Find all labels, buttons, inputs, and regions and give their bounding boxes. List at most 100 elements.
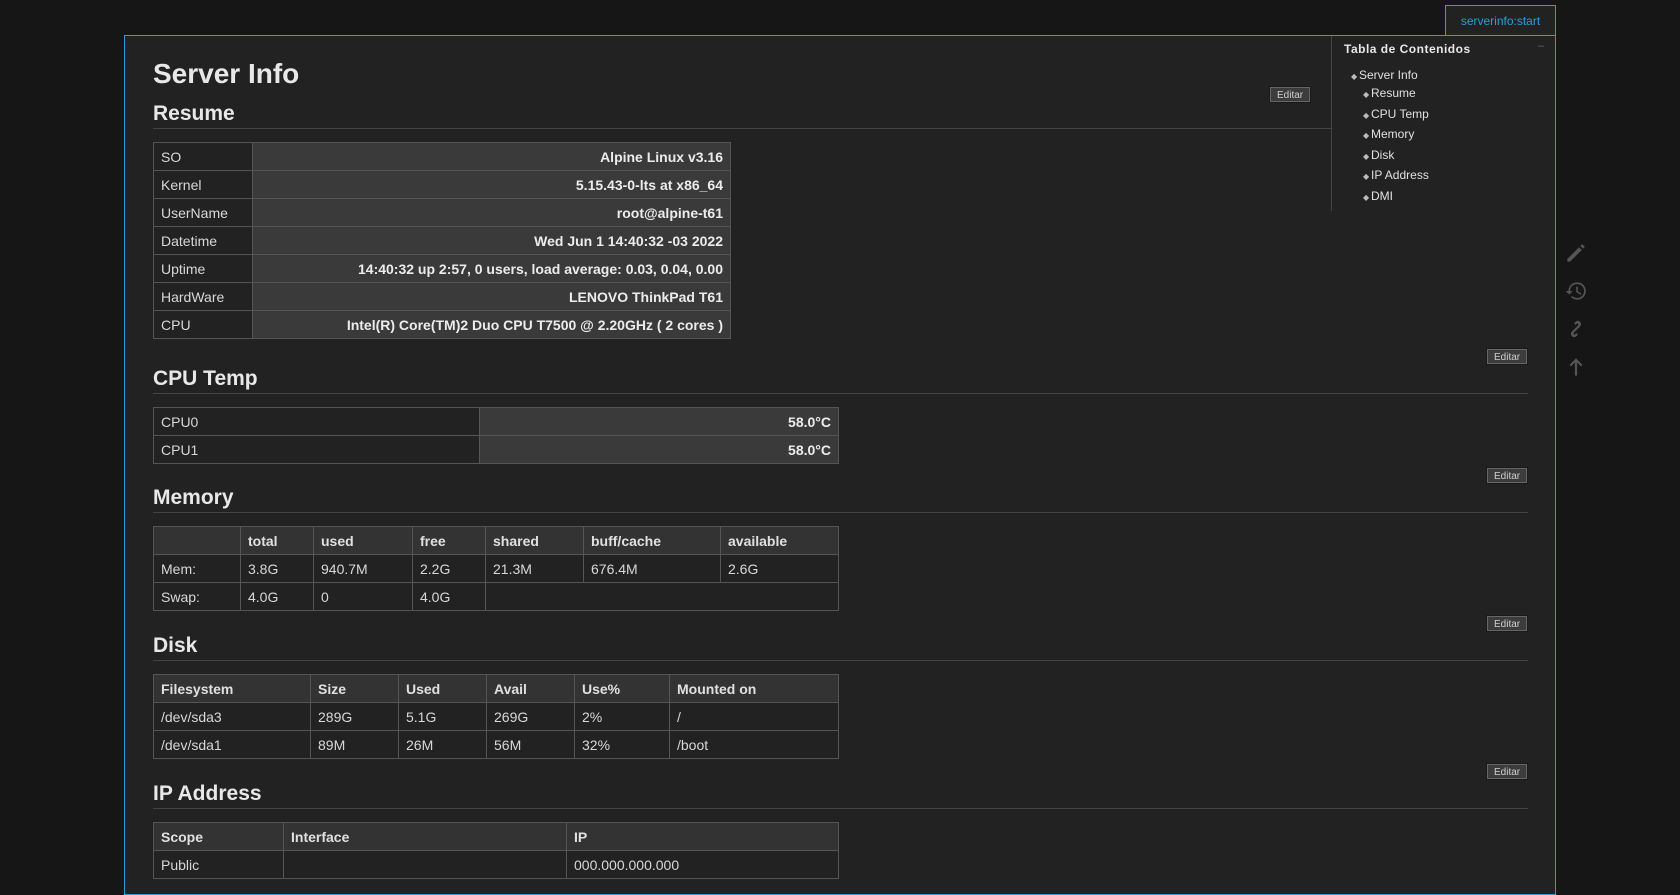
edit-button-memory[interactable]: Editar <box>1487 616 1528 631</box>
table-row: CPU0 58.0°C <box>153 407 839 436</box>
table-cell: 676.4M <box>583 554 721 583</box>
table-cell: Public <box>153 850 284 879</box>
column-header: Mounted on <box>669 674 839 703</box>
column-header <box>153 526 241 555</box>
table-cell: 2.2G <box>412 554 486 583</box>
table-cell: 2.6G <box>720 554 839 583</box>
empty-cell <box>485 582 839 611</box>
table-cell <box>283 850 567 879</box>
table-row: CPU1 58.0°C <box>153 435 839 464</box>
row-label: Uptime <box>153 254 253 283</box>
section-heading: Resume <box>153 102 1331 129</box>
table-cell: / <box>669 702 839 731</box>
column-header: Scope <box>153 822 284 851</box>
table-cell: 56M <box>486 730 575 759</box>
row-label: Datetime <box>153 226 253 255</box>
history-icon[interactable] <box>1563 278 1589 304</box>
toc-item-cpu-temp[interactable]: ◆ CPU Temp <box>1363 105 1429 126</box>
table-cell: 269G <box>486 702 575 731</box>
edit-button-resume[interactable]: Editar <box>1487 349 1528 364</box>
row-label: HardWare <box>153 282 253 311</box>
toc-item-dmi[interactable]: ◆ DMI <box>1363 187 1429 208</box>
row-label: CPU0 <box>153 407 480 436</box>
section-cpu-temp: CPU Temp CPU0 58.0°C CPU1 58.0°C <box>153 367 1528 464</box>
toc-collapse-icon[interactable]: – <box>1538 40 1544 52</box>
row-value: 58.0°C <box>479 407 839 436</box>
row-label: UserName <box>153 198 253 227</box>
row-value: 14:40:32 up 2:57, 0 users, load average:… <box>252 254 731 283</box>
row-value: 5.15.43-0-lts at x86_64 <box>252 170 731 199</box>
column-header: Filesystem <box>153 674 311 703</box>
cpu-temp-table: CPU0 58.0°C CPU1 58.0°C <box>153 407 839 464</box>
table-cell: 3.8G <box>240 554 314 583</box>
row-value: LENOVO ThinkPad T61 <box>252 282 731 311</box>
table-cell: 32% <box>574 730 670 759</box>
row-value: 58.0°C <box>479 435 839 464</box>
ip-table: Scope Interface IP Public 000.000.000.000 <box>153 822 839 879</box>
table-row: Mem: 3.8G 940.7M 2.2G 21.3M 676.4M 2.6G <box>153 554 839 583</box>
table-cell: /dev/sda1 <box>153 730 311 759</box>
table-cell: /dev/sda3 <box>153 702 311 731</box>
arrow-up-icon[interactable] <box>1563 354 1589 380</box>
pencil-icon[interactable] <box>1563 240 1589 266</box>
table-cell: 21.3M <box>485 554 584 583</box>
table-row: CPU Intel(R) Core(TM)2 Duo CPU T7500 @ 2.… <box>153 310 731 339</box>
bullet-icon: ◆ <box>1351 72 1358 81</box>
table-row: /dev/sda3 289G 5.1G 269G 2% / <box>153 702 839 731</box>
section-heading: CPU Temp <box>153 367 1528 394</box>
row-label: SO <box>153 142 253 171</box>
row-label: CPU1 <box>153 435 480 464</box>
page-panel: Server Info Tabla de Contenidos – ◆ Serve… <box>124 35 1556 895</box>
link-icon[interactable] <box>1563 316 1589 342</box>
section-disk: Disk Filesystem Size Used Avail Use% Mounted … <box>153 634 1528 759</box>
toc-item-ip-address[interactable]: ◆ IP Address <box>1363 166 1429 187</box>
column-header: IP <box>566 822 839 851</box>
page-tab[interactable]: serverinfo:start <box>1445 5 1556 35</box>
edit-button-title[interactable]: Editar <box>1270 87 1311 102</box>
table-row: SO Alpine Linux v3.16 <box>153 142 731 171</box>
toc-item-disk[interactable]: ◆ Disk <box>1363 146 1429 167</box>
column-header: available <box>720 526 839 555</box>
table-row: Kernel 5.15.43-0-lts at x86_64 <box>153 170 731 199</box>
section-heading: Disk <box>153 634 1528 661</box>
table-row: HardWare LENOVO ThinkPad T61 <box>153 282 731 311</box>
row-value: Intel(R) Core(TM)2 Duo CPU T7500 @ 2.20G… <box>252 310 731 339</box>
column-header: Used <box>398 674 487 703</box>
column-header: used <box>313 526 413 555</box>
table-row: Datetime Wed Jun 1 14:40:32 -03 2022 <box>153 226 731 255</box>
disk-table: Filesystem Size Used Avail Use% Mounted on /d… <box>153 674 839 759</box>
page-tools <box>1563 240 1589 392</box>
table-row: UserName root@alpine-t61 <box>153 198 731 227</box>
bullet-icon: ◆ <box>1363 151 1370 161</box>
edit-button-cpu-temp[interactable]: Editar <box>1487 468 1528 483</box>
bullet-icon: ◆ <box>1363 90 1370 99</box>
column-header: buff/cache <box>583 526 721 555</box>
table-row: /dev/sda1 89M 26M 56M 32%/boot <box>153 730 839 759</box>
toc-title: Tabla de Contenidos <box>1344 42 1471 56</box>
table-cell: Swap: <box>153 582 241 611</box>
table-of-contents: Tabla de Contenidos – ◆ Server Info ◆ Resu… <box>1331 36 1555 211</box>
bullet-icon: ◆ <box>1363 131 1370 140</box>
section-heading: IP Address <box>153 782 1528 809</box>
column-header: Avail <box>486 674 575 703</box>
section-heading: Memory <box>153 486 1528 513</box>
row-label: Kernel <box>153 170 253 199</box>
column-header: Interface <box>283 822 567 851</box>
column-header: free <box>412 526 486 555</box>
resume-table: SO Alpine Linux v3.16 Kernel 5.15.43-0-lts … <box>153 142 731 339</box>
row-label: CPU <box>153 310 253 339</box>
bullet-icon: ◆ <box>1363 172 1370 181</box>
row-value: Wed Jun 1 14:40:32 -03 2022 <box>252 226 731 255</box>
table-cell: 26M <box>398 730 487 759</box>
toc-item-resume[interactable]: ◆ Resume <box>1363 84 1429 105</box>
table-cell: /boot <box>669 730 839 759</box>
section-memory: Memory total used free shared buff/cache avai… <box>153 486 1528 611</box>
table-cell: 4.0G <box>412 582 486 611</box>
table-cell: 89M <box>310 730 399 759</box>
column-header: total <box>240 526 314 555</box>
section-resume: Resume SO Alpine Linux v3.16 Kernel 5.15.43… <box>153 102 1331 339</box>
section-ip-address: IP Address Scope Interface IP Public 000.00… <box>153 782 1528 879</box>
toc-item-memory[interactable]: ◆ Memory <box>1363 125 1429 146</box>
edit-button-disk[interactable]: Editar <box>1487 764 1528 779</box>
table-row: Public 000.000.000.000 <box>153 850 839 879</box>
